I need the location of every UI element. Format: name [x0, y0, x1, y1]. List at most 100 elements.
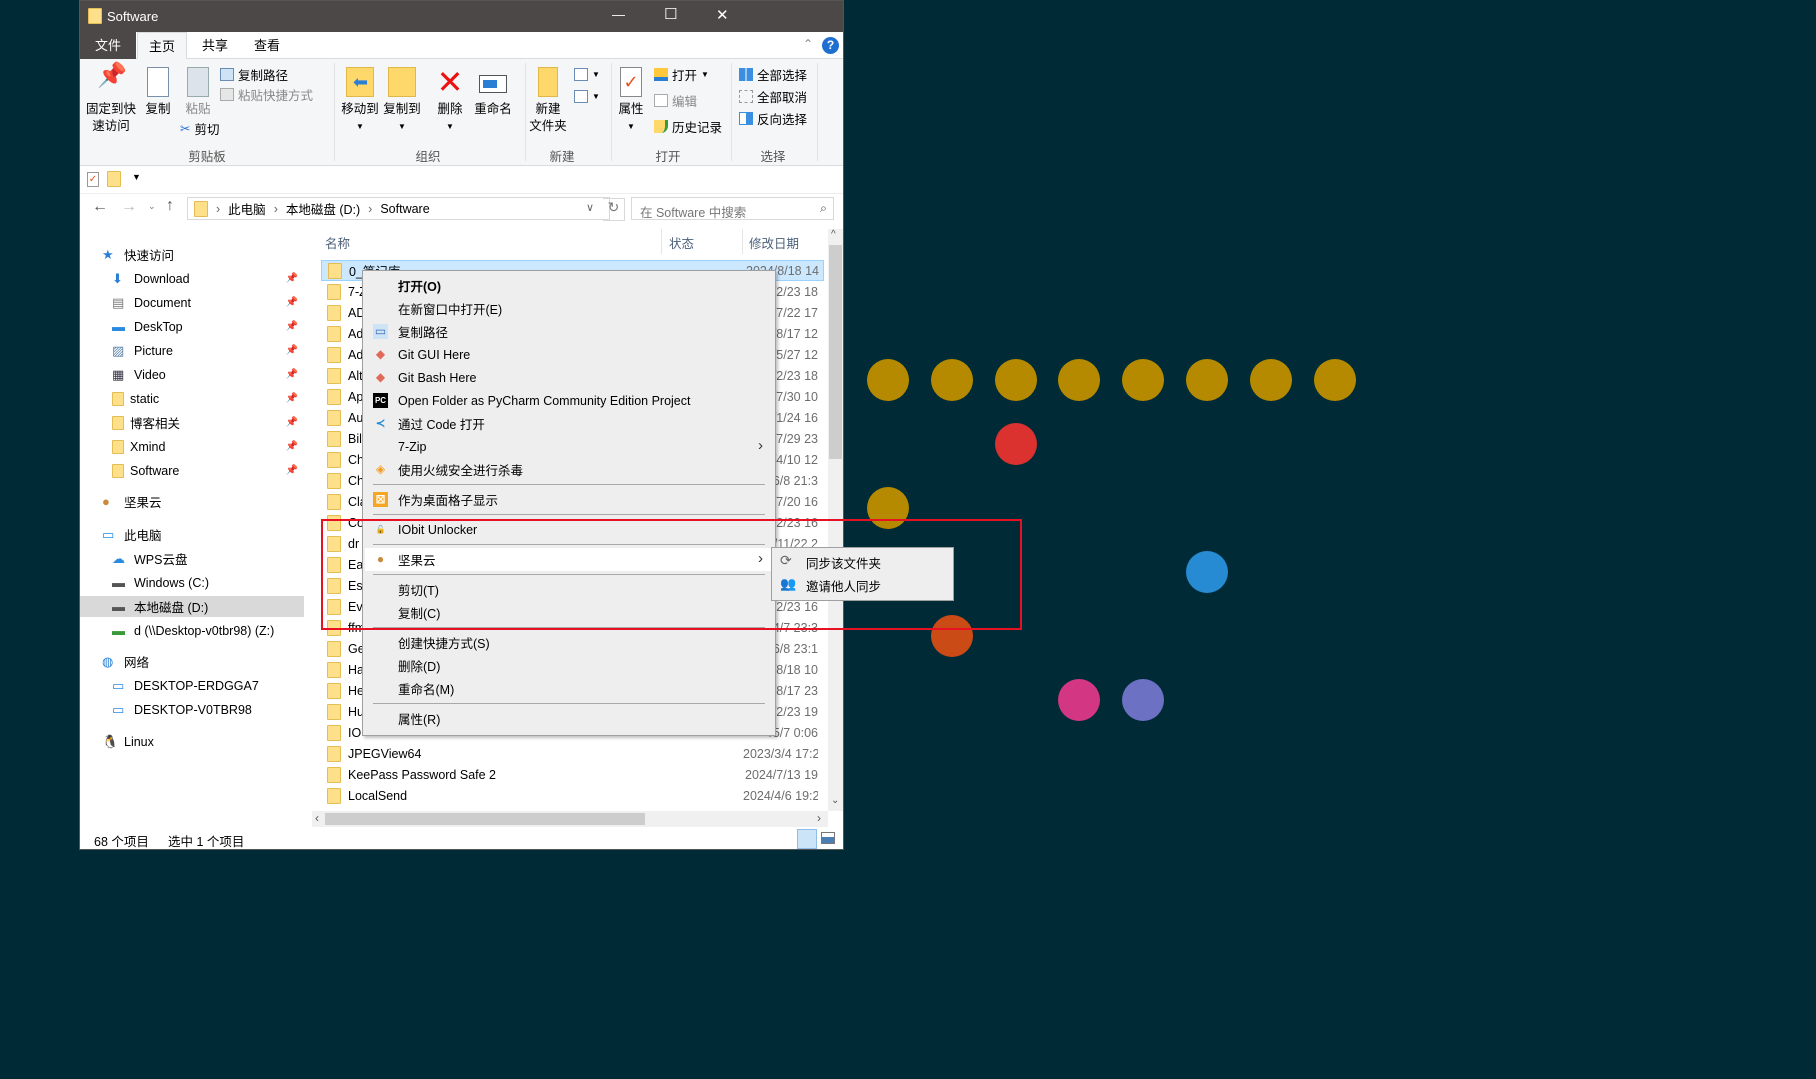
context-menu-item[interactable]: 删除(D) [365, 654, 773, 677]
sidebar-item[interactable]: ● 坚果云 [80, 491, 304, 512]
pin-icon[interactable]: 📌 [286, 441, 298, 452]
context-menu-item[interactable]: 🔓 IObit Unlocker [365, 518, 773, 541]
tab-view[interactable]: 查看 [242, 32, 292, 59]
open-button[interactable]: 打开 ▼ [654, 65, 709, 83]
history-button[interactable]: 历史记录 [654, 117, 722, 135]
context-menu-item[interactable]: ≺ 通过 Code 打开 [365, 412, 773, 435]
scrollbar-thumb[interactable] [829, 245, 842, 459]
sidebar-item[interactable]: Xmind 📌 [80, 436, 304, 457]
scroll-right-icon[interactable]: › [817, 811, 821, 825]
pin-icon[interactable]: 📌 [286, 369, 298, 380]
file-row[interactable]: JPEGView64 2023/3/4 17:2 [321, 743, 824, 764]
sidebar-item[interactable]: ▤ Document 📌 [80, 292, 304, 313]
paste-shortcut-button[interactable]: 粘贴快捷方式 [220, 85, 313, 103]
file-row[interactable]: LocalSend 2024/4/6 19:2 [321, 785, 824, 806]
context-menu-item[interactable]: PC Open Folder as PyCharm Community Editi… [365, 389, 773, 412]
sidebar-item[interactable]: ▬ 本地磁盘 (D:) [80, 596, 304, 617]
sidebar-item[interactable]: ☁ WPS云盘 [80, 548, 304, 569]
sidebar-item[interactable]: ★ 快速访问 [80, 244, 304, 265]
sidebar-item[interactable]: static 📌 [80, 388, 304, 409]
sidebar-item[interactable]: ▭ DESKTOP-ERDGGA7 [80, 675, 304, 696]
context-menu-item[interactable]: ● 坚果云 › [365, 548, 773, 571]
horizontal-scrollbar[interactable]: ‹ › [312, 811, 828, 827]
column-header-modified[interactable]: 修改日期 [749, 233, 799, 252]
pin-icon[interactable]: 📌 [286, 297, 298, 308]
sidebar-item[interactable]: Software 📌 [80, 460, 304, 481]
pin-icon[interactable]: 📌 [286, 273, 298, 284]
details-view-icon[interactable] [797, 829, 817, 849]
context-menu-item[interactable]: ◆ Git GUI Here [365, 343, 773, 366]
sidebar-item[interactable]: 🐧 Linux [80, 731, 304, 752]
file-row[interactable]: KeePass Password Safe 2 2024/7/13 19 [321, 764, 824, 785]
context-menu-item[interactable]: ◆ Git Bash Here [365, 366, 773, 389]
context-menu-item[interactable]: 剪切(T) [365, 578, 773, 601]
copy-path-button[interactable]: 复制路径 [220, 65, 288, 83]
minimize-button[interactable]: — [612, 7, 625, 22]
pin-icon[interactable]: 📌 [286, 465, 298, 476]
sidebar-item[interactable]: ▬ DeskTop 📌 [80, 316, 304, 337]
vertical-scrollbar[interactable]: ^ ⌄ [828, 229, 843, 811]
context-menu-item[interactable]: 打开(O) [365, 274, 773, 297]
large-icons-view-icon[interactable] [821, 832, 835, 844]
rename-button[interactable]: 重命名 [470, 67, 516, 118]
forward-arrow-icon[interactable]: → [121, 198, 137, 216]
close-button[interactable]: ✕ [716, 6, 729, 24]
breadcrumb-drive-d[interactable]: 本地磁盘 (D:) [286, 199, 360, 218]
select-all-button[interactable]: 全部选择 [739, 65, 807, 83]
sidebar-item[interactable]: ◍ 网络 [80, 651, 304, 672]
search-input[interactable]: 在 Software 中搜索 ⌕ [631, 197, 834, 220]
maximize-button[interactable]: ☐ [664, 5, 677, 23]
tab-home[interactable]: 主页 [137, 32, 187, 60]
new-folder-icon[interactable] [107, 171, 121, 187]
copy-to-button[interactable]: 复制到 ▼ [380, 67, 424, 135]
customize-dropdown-icon[interactable]: ▼ [132, 172, 141, 182]
scroll-down-icon[interactable]: ⌄ [831, 795, 839, 806]
sidebar-item[interactable]: ▬ d (\\Desktop-v0tbr98) (Z:) [80, 620, 304, 641]
context-menu-item[interactable]: ⊠ 作为桌面格子显示 [365, 488, 773, 511]
refresh-icon[interactable]: ↻ [603, 198, 625, 221]
scrollbar-thumb[interactable] [325, 813, 645, 825]
context-menu-item[interactable]: 重命名(M) [365, 677, 773, 700]
invert-selection-button[interactable]: 反向选择 [739, 109, 807, 127]
properties-button[interactable]: ✓ 属性 ▼ [614, 67, 648, 135]
context-menu-item[interactable]: ▭ 复制路径 [365, 320, 773, 343]
sidebar-item[interactable]: ▭ DESKTOP-V0TBR98 [80, 699, 304, 720]
context-menu-item[interactable]: 7-Zip › [365, 435, 773, 458]
back-arrow-icon[interactable]: ← [92, 198, 108, 216]
sidebar-item[interactable]: ▬ Windows (C:) [80, 572, 304, 593]
easy-access-button[interactable]: ▼ [574, 87, 600, 105]
sidebar-item[interactable]: ▭ 此电脑 [80, 524, 304, 545]
menu-item-sync-folder[interactable]: ⟳ 同步该文件夹 [772, 551, 953, 574]
sidebar-item[interactable]: 博客相关 📌 [80, 412, 304, 433]
delete-button[interactable]: ✕ 删除 ▼ [432, 66, 468, 135]
recent-dropdown-icon[interactable]: ⌄ [148, 201, 156, 212]
menu-item-invite-sync[interactable]: 👥 邀请他人同步 [772, 574, 953, 597]
sidebar-item[interactable]: ▦ Video 📌 [80, 364, 304, 385]
collapse-ribbon-icon[interactable]: ⌃ [803, 37, 813, 51]
scroll-left-icon[interactable]: ‹ [315, 811, 319, 825]
address-bar[interactable]: › 此电脑 › 本地磁盘 (D:) › Software ∨ [187, 197, 610, 220]
sidebar-item[interactable]: ⬇ Download 📌 [80, 268, 304, 289]
context-menu-item[interactable]: 复制(C) [365, 601, 773, 624]
pin-icon[interactable]: 📌 [286, 417, 298, 428]
help-icon[interactable]: ? [822, 37, 839, 54]
select-none-button[interactable]: 全部取消 [739, 87, 807, 105]
context-menu-item[interactable]: 属性(R) [365, 707, 773, 730]
properties-icon[interactable]: ✓ [87, 172, 99, 187]
context-menu-item[interactable]: 在新窗口中打开(E) [365, 297, 773, 320]
scroll-up-icon[interactable]: ^ [831, 229, 836, 240]
breadcrumb-software[interactable]: Software [380, 202, 429, 216]
new-item-button[interactable]: ▼ [574, 65, 600, 83]
edit-button[interactable]: 编辑 [654, 91, 697, 109]
pin-icon[interactable]: 📌 [286, 345, 298, 356]
context-menu-item[interactable]: ◈ 使用火绒安全进行杀毒 [365, 458, 773, 481]
move-to-button[interactable]: ⬅ 移动到 ▼ [338, 67, 382, 135]
cut-button[interactable]: ✂ 剪切 [180, 119, 220, 137]
pin-quick-access-button[interactable]: 📌 固定到快 速访问 [84, 64, 138, 135]
address-dropdown-icon[interactable]: ∨ [586, 201, 594, 214]
sidebar-item[interactable]: ▨ Picture 📌 [80, 340, 304, 361]
copy-button[interactable]: 复制 [140, 67, 176, 118]
new-folder-button[interactable]: 新建 文件夹 [528, 67, 568, 135]
breadcrumb-this-pc[interactable]: 此电脑 [228, 199, 266, 218]
tab-file[interactable]: 文件 [80, 32, 136, 59]
